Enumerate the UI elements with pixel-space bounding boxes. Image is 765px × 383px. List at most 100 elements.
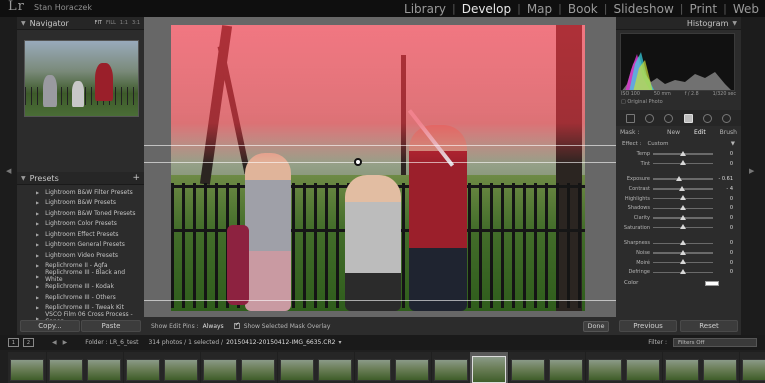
module-develop[interactable]: Develop (456, 2, 517, 16)
preset-folder[interactable]: ▶ Lightroom General Presets (17, 240, 144, 251)
right-panel-toggle[interactable]: ▶ (741, 17, 765, 335)
slider-value[interactable]: 0 (713, 240, 733, 246)
module-web[interactable]: Web (727, 2, 765, 16)
slider-track[interactable] (653, 214, 713, 220)
slider-clarity[interactable]: Clarity 0 (620, 213, 736, 223)
slider-track[interactable] (653, 205, 713, 211)
preset-folder[interactable]: ▶ Replichrome III - Black and White (17, 269, 144, 283)
preset-folder[interactable]: ▶ Lightroom Effect Presets (17, 229, 144, 240)
filmstrip-cell[interactable] (547, 352, 585, 383)
zoom-3-1[interactable]: 3:1 (132, 20, 140, 26)
effect-select[interactable]: Custom (647, 141, 668, 147)
navigator-preview[interactable] (24, 40, 139, 117)
crop-tool-icon[interactable] (626, 113, 636, 123)
mask-brush-option[interactable]: Brush (720, 129, 737, 136)
slider-track[interactable] (653, 160, 713, 166)
filmstrip-thumbnail[interactable] (626, 359, 660, 381)
radial-filter-tool-icon[interactable] (702, 113, 712, 123)
filmstrip-thumbnail[interactable] (202, 359, 237, 381)
slider-moir[interactable]: Moiré 0 (620, 258, 736, 268)
slider-defringe[interactable]: Defringe 0 (620, 268, 736, 278)
module-library[interactable]: Library (398, 2, 452, 16)
filmstrip-thumbnail[interactable] (48, 359, 83, 381)
filmstrip-cell[interactable] (470, 352, 508, 383)
filmstrip-thumbnail[interactable] (10, 359, 44, 381)
filmstrip[interactable] (0, 350, 765, 383)
filmstrip-cell[interactable] (46, 352, 85, 383)
filmstrip-thumbnail[interactable] (395, 359, 429, 381)
module-print[interactable]: Print (684, 2, 724, 16)
slider-handle[interactable] (680, 249, 686, 255)
preset-folder[interactable]: ▶ Lightroom B&W Filter Presets (17, 187, 144, 198)
slider-value[interactable]: - 0.61 (713, 176, 733, 182)
slider-handle[interactable] (680, 259, 686, 265)
filmstrip-cell[interactable] (431, 352, 470, 383)
slider-handle[interactable] (680, 195, 686, 201)
slider-shadows[interactable]: Shadows 0 (620, 203, 736, 213)
filmstrip-thumbnail[interactable] (664, 359, 699, 381)
filmstrip-thumbnail[interactable] (472, 356, 506, 383)
filmstrip-cell[interactable] (662, 352, 701, 383)
slider-track[interactable] (653, 259, 713, 265)
slider-value[interactable]: 0 (713, 269, 733, 275)
preset-folder[interactable]: ▶ Replichrome III - Others (17, 292, 144, 303)
slider-handle[interactable] (680, 205, 686, 211)
histogram-header[interactable]: Histogram ▼ (616, 17, 741, 30)
filmstrip-thumbnail[interactable] (741, 359, 765, 381)
slider-tint[interactable]: Tint 0 (620, 159, 736, 169)
slider-noise[interactable]: Noise 0 (620, 248, 736, 258)
slider-track[interactable] (653, 150, 713, 156)
slider-track[interactable] (653, 240, 713, 246)
copy-settings-button[interactable]: Copy... (20, 320, 80, 332)
filmstrip-cell[interactable] (701, 352, 739, 383)
screen-1-button[interactable]: 1 (8, 338, 19, 347)
filmstrip-cell[interactable] (354, 352, 393, 383)
module-book[interactable]: Book (562, 2, 604, 16)
previous-button[interactable]: Previous (619, 320, 677, 332)
filmstrip-cell[interactable] (200, 352, 239, 383)
filmstrip-nav-arrows-icon[interactable]: ◀▶ (52, 339, 73, 346)
filmstrip-cell[interactable] (393, 352, 431, 383)
left-panel-toggle[interactable]: ◀ (0, 17, 17, 335)
slider-handle[interactable] (680, 160, 686, 166)
slider-value[interactable]: 0 (713, 161, 733, 167)
slider-track[interactable] (653, 175, 713, 181)
filmstrip-cell[interactable] (85, 352, 123, 383)
zoom-fill[interactable]: FILL (106, 20, 116, 26)
preset-folder[interactable]: ▶ Lightroom B&W Toned Presets (17, 208, 144, 219)
filmstrip-cell[interactable] (277, 352, 316, 383)
navigator-header[interactable]: ▼ Navigator FIT FILL 1:1 3:1 (17, 17, 144, 30)
filmstrip-thumbnail[interactable] (703, 359, 737, 381)
slider-highlights[interactable]: Highlights 0 (620, 194, 736, 204)
filmstrip-cell[interactable] (508, 352, 547, 383)
color-swatch[interactable] (705, 280, 719, 286)
red-eye-tool-icon[interactable] (664, 113, 674, 123)
presets-header[interactable]: ▼ Presets + (17, 172, 144, 185)
zoom-1-1[interactable]: 1:1 (120, 20, 128, 26)
folder-source[interactable]: Folder : LR_6_test (85, 339, 138, 346)
filmstrip-thumbnail[interactable] (125, 359, 160, 381)
filmstrip-thumbnail[interactable] (241, 359, 275, 381)
photo-canvas[interactable] (144, 17, 616, 317)
original-photo-toggle[interactable]: □ Original Photo (616, 98, 741, 106)
slider-contrast[interactable]: Contrast - 4 (620, 184, 736, 194)
preset-folder[interactable]: ▶ Lightroom B&W Presets (17, 198, 144, 209)
filmstrip-cell[interactable] (8, 352, 46, 383)
slider-track[interactable] (653, 185, 713, 191)
slider-value[interactable]: 0 (713, 225, 733, 231)
filmstrip-cell[interactable] (624, 352, 662, 383)
slider-track[interactable] (653, 269, 713, 275)
filmstrip-thumbnail[interactable] (549, 359, 583, 381)
filmstrip-thumbnail[interactable] (510, 359, 545, 381)
slider-value[interactable]: 0 (713, 260, 733, 266)
adjustment-brush-tool-icon[interactable] (721, 113, 731, 123)
filmstrip-thumbnail[interactable] (433, 359, 468, 381)
reset-button[interactable]: Reset (680, 320, 738, 332)
screen-2-button[interactable]: 2 (23, 338, 34, 347)
slider-value[interactable]: 0 (713, 205, 733, 211)
main-photo[interactable] (171, 25, 585, 311)
slider-handle[interactable] (680, 269, 686, 275)
slider-value[interactable]: - 4 (713, 186, 733, 192)
slider-value[interactable]: 0 (713, 151, 733, 157)
module-map[interactable]: Map (521, 2, 558, 16)
